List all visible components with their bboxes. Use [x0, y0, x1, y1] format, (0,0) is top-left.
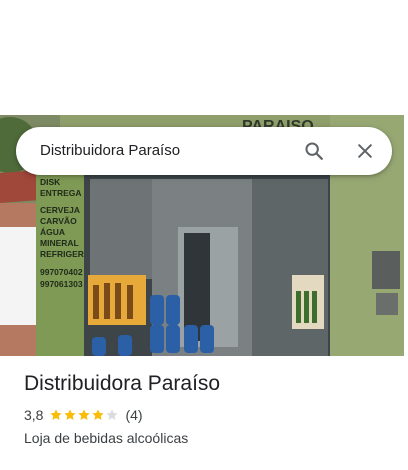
- sign-line-5: MINERAL: [40, 238, 79, 248]
- close-button[interactable]: [351, 137, 379, 165]
- star-icon: [50, 409, 63, 420]
- place-category[interactable]: Loja de bebidas alcoólicas: [24, 428, 394, 448]
- search-icon: [305, 142, 323, 160]
- top-blank-area: [0, 0, 408, 115]
- star-icon: [64, 409, 77, 420]
- place-info-panel: Distribuidora Paraíso 3,8 (4) Loja de be…: [24, 368, 394, 448]
- rating-value: 3,8: [24, 407, 44, 423]
- sign-line-3: CARVÃO: [40, 216, 77, 226]
- sign-line-7: 997070402: [40, 267, 83, 277]
- star-icon: [106, 409, 119, 420]
- sign-line-4: ÁGUA: [40, 227, 65, 237]
- close-icon: [358, 144, 372, 158]
- sign-line-8: 997061303: [40, 279, 83, 289]
- star-icon: [78, 409, 91, 420]
- search-button[interactable]: [300, 137, 328, 165]
- search-bar[interactable]: Distribuidora Paraíso: [16, 127, 392, 175]
- place-name[interactable]: Distribuidora Paraíso: [24, 368, 394, 400]
- sign-line-0: DISK: [40, 177, 61, 187]
- rating-stars: [49, 408, 119, 422]
- sign-line-1: ENTREGA: [40, 188, 82, 198]
- review-count[interactable]: (4): [125, 407, 142, 423]
- sign-line-2: CERVEJA: [40, 205, 80, 215]
- search-query[interactable]: Distribuidora Paraíso: [40, 127, 180, 175]
- star-icon: [92, 409, 105, 420]
- rating-row[interactable]: 3,8 (4): [24, 406, 394, 424]
